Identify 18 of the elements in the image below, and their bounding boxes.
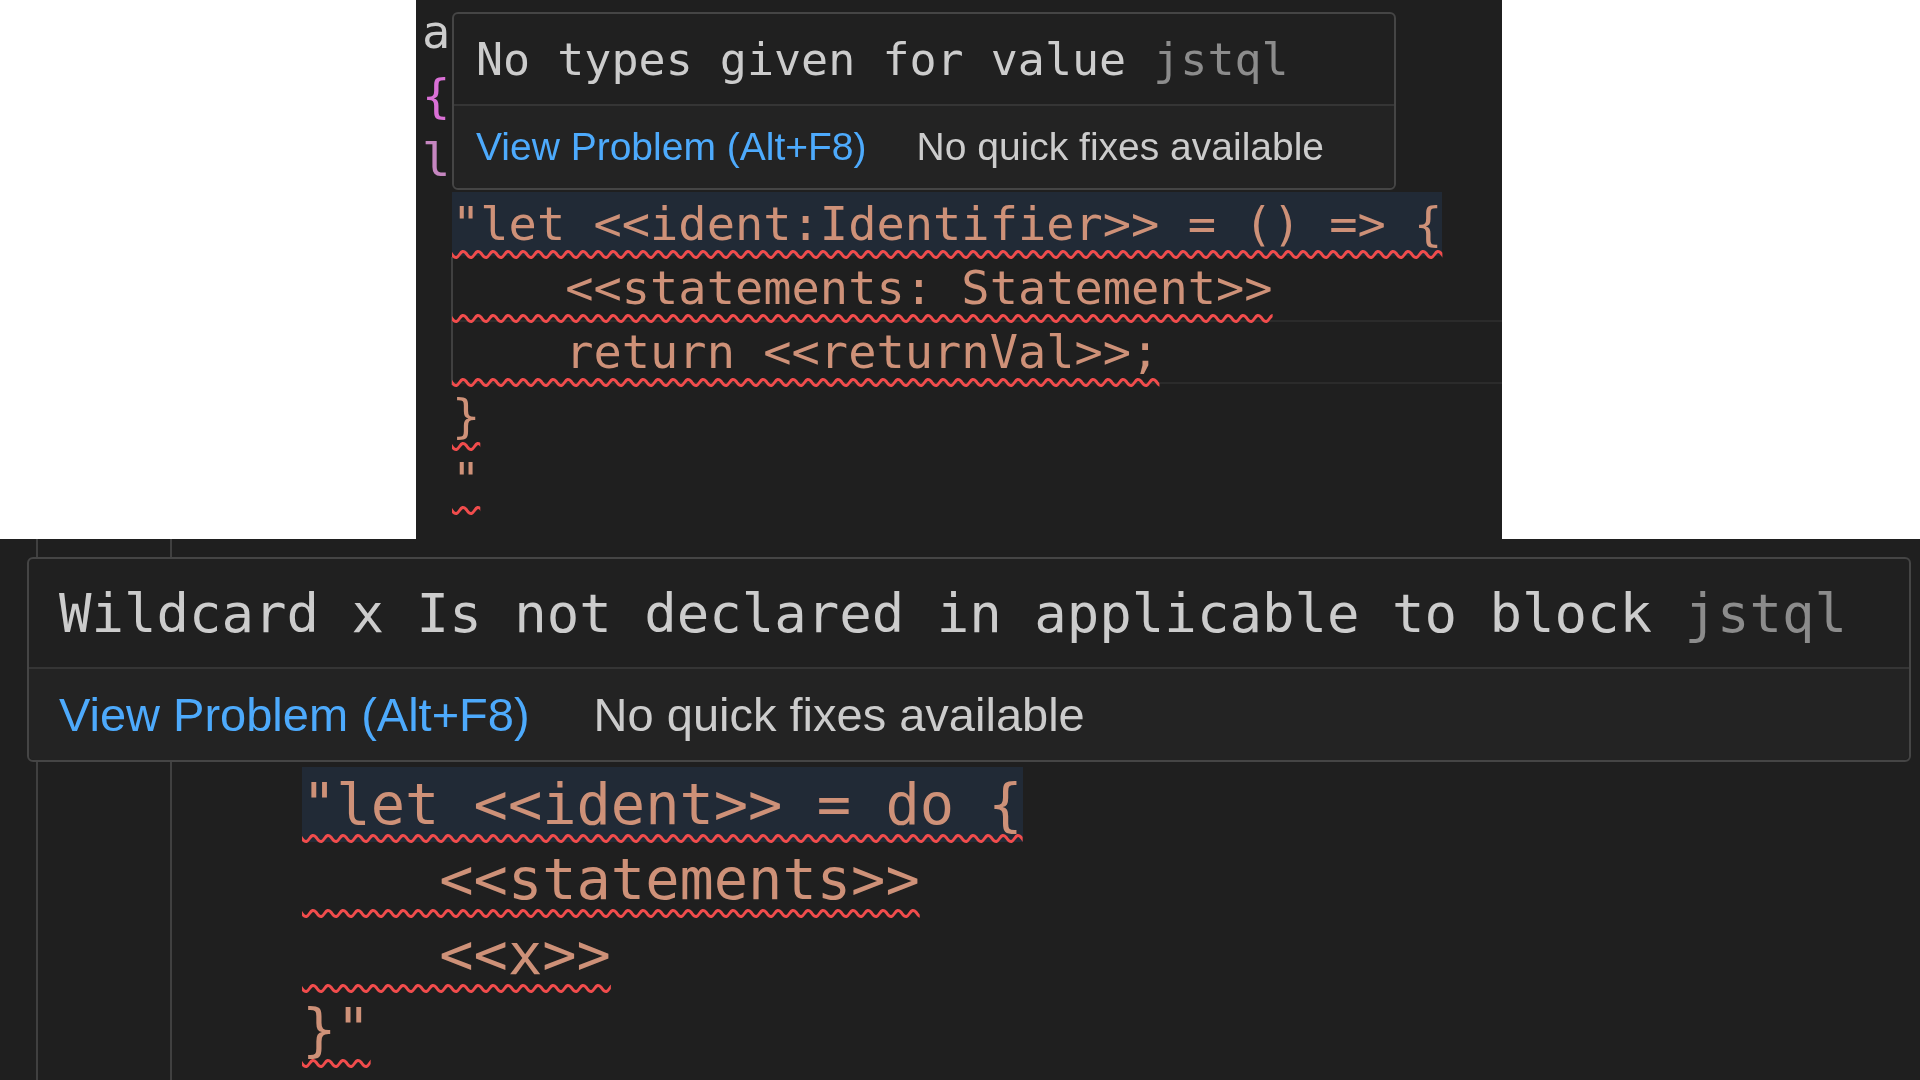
view-problem-link[interactable]: View Problem (Alt+F8): [59, 687, 530, 742]
code-text: a: [422, 3, 452, 61]
code-line: <<statements>>: [438, 845, 920, 914]
code-text: l: [422, 131, 452, 189]
code-line: <<statements: Statement>>: [564, 259, 1273, 317]
code-line: }": [302, 995, 371, 1064]
code-text: {: [422, 67, 452, 125]
error-message: No types given for value: [476, 32, 1127, 86]
code-line: ": [452, 451, 481, 509]
error-message: Wildcard x Is not declared in applicable to block: [59, 581, 1653, 645]
no-fixes-text: No quick fixes available: [593, 687, 1085, 742]
code-line: <<x>>: [438, 920, 611, 989]
no-fixes-text: No quick fixes available: [916, 125, 1325, 169]
code-line: return <<returnVal>>;: [564, 323, 1160, 381]
view-problem-link[interactable]: View Problem (Alt+F8): [476, 125, 867, 169]
error-source: jstql: [1684, 581, 1847, 645]
code-line: }: [452, 387, 481, 445]
error-source: jstql: [1153, 32, 1289, 86]
